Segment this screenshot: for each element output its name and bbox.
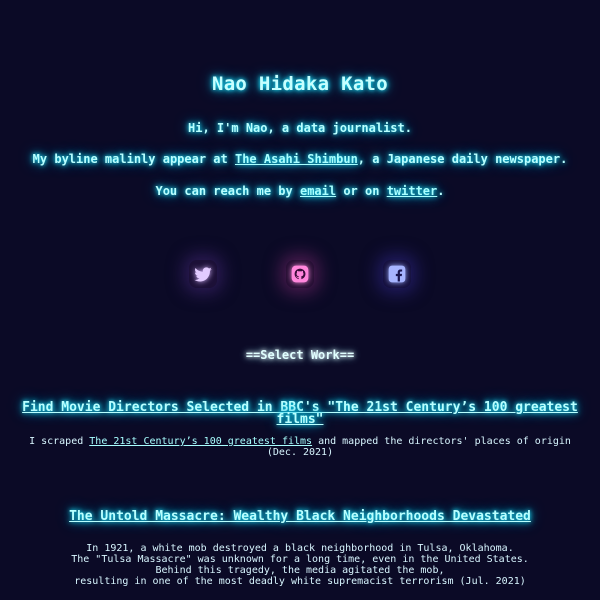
work-desc-line: Behind this tragedy, the media agitated … [155,565,445,576]
work-date: (Dec. 2021) [266,447,334,458]
page-title: Nao Hidaka Kato [211,73,389,95]
contact-suffix: . [437,184,445,198]
byline-suffix: , a Japanese daily newspaper. [357,152,568,166]
asahi-shimbun-link[interactable]: The Asahi Shimbun [235,152,358,166]
work-title-tulsa-massacre[interactable]: The Untold Massacre: Wealthy Black Neigh… [10,510,590,523]
intro-greeting: Hi, I'm Nao, a data journalist. [188,121,412,135]
desc-suffix: and mapped the directors' places of orig… [312,436,571,447]
byline-prefix: My byline malinly appear at [32,152,235,166]
email-link[interactable]: email [300,184,336,198]
work-desc-movie-directors: I scraped The 21st Century’s 100 greates… [0,436,600,458]
intro-byline: My byline malinly appear at The Asahi Sh… [0,152,600,166]
contact-prefix: You can reach me by [155,184,300,198]
work-desc-line: resulting in one of the most deadly whit… [74,576,526,587]
github-icon [291,265,309,283]
twitter-link[interactable]: twitter [387,184,438,198]
github-button[interactable] [286,260,314,288]
contact-middle: or on [336,184,387,198]
work-title-movie-directors[interactable]: Find Movie Directors Selected in BBC's "… [10,401,590,426]
twitter-button[interactable] [189,260,217,288]
work-desc-tulsa-massacre: In 1921, a white mob destroyed a black n… [0,543,600,587]
work-desc-line: I scraped The 21st Century’s 100 greates… [0,436,600,447]
desc-prefix: I scraped [29,436,90,447]
work-desc-line: In 1921, a white mob destroyed a black n… [86,543,514,554]
bbc-films-link[interactable]: The 21st Century’s 100 greatest films [89,436,312,447]
section-heading-select-work: ==Select Work== [245,348,355,362]
facebook-button[interactable] [383,260,411,288]
facebook-icon [388,265,406,283]
twitter-icon [194,267,212,282]
work-desc-line: The "Tulsa Massacre" was unknown for a l… [71,554,529,565]
intro-contact: You can reach me by email or on twitter. [0,184,600,198]
